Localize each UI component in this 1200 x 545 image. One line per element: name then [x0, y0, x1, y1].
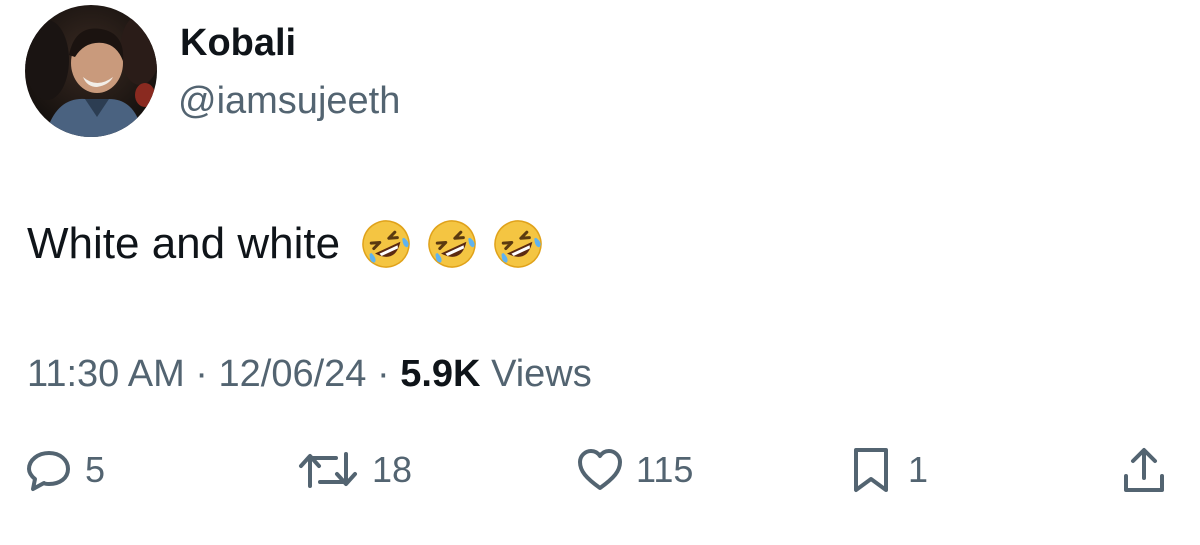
tweet-text: White and white [27, 216, 556, 272]
reply-bubble-icon [25, 446, 73, 494]
bookmark-count: 1 [908, 449, 929, 490]
tweet-date[interactable]: 12/06/24 [219, 353, 367, 395]
heart-icon [576, 446, 624, 494]
rofl-emoji-icon [424, 216, 480, 272]
repost-arrows-icon [296, 446, 360, 494]
reply-button[interactable]: 5 [25, 440, 105, 500]
emoji-group [358, 216, 556, 272]
tweet-meta: 11:30 AM · 12/06/24 · 5.9K Views [27, 350, 592, 398]
display-name[interactable]: Kobali [180, 20, 296, 66]
avatar-image [25, 5, 157, 137]
tweet-time[interactable]: 11:30 AM [27, 353, 185, 395]
share-upload-icon [1120, 446, 1168, 494]
rofl-emoji-icon [358, 216, 414, 272]
views-count[interactable]: 5.9K [400, 353, 480, 395]
bookmark-button[interactable]: 1 [848, 440, 928, 500]
avatar[interactable] [25, 5, 157, 137]
repost-count: 18 [372, 449, 413, 490]
bookmark-icon [848, 446, 896, 494]
like-button[interactable]: 115 [576, 440, 693, 500]
tweet-text-body: White and white [27, 219, 341, 268]
reply-count: 5 [85, 449, 106, 490]
views-label[interactable]: Views [491, 353, 592, 395]
like-count: 115 [636, 449, 694, 490]
share-button[interactable] [1120, 440, 1168, 500]
meta-separator: · [377, 353, 390, 395]
user-handle[interactable]: @iamsujeeth [178, 78, 400, 124]
meta-separator: · [195, 353, 208, 395]
repost-button[interactable]: 18 [296, 440, 412, 500]
rofl-emoji-icon [490, 216, 546, 272]
